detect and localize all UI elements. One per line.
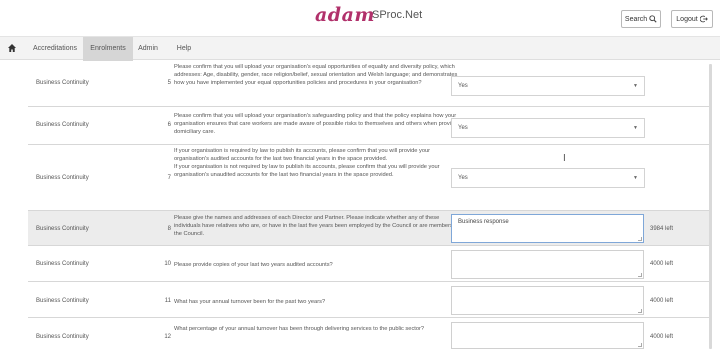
row-category: Business Continuity bbox=[36, 80, 89, 86]
row-question-line: If your organisation is required by law … bbox=[174, 148, 431, 162]
search-icon bbox=[649, 15, 657, 23]
resize-grip-icon[interactable] bbox=[638, 237, 642, 241]
page-scrollbar[interactable] bbox=[709, 64, 712, 349]
main-nav: Accreditations Enrolments Admin Help bbox=[0, 36, 720, 61]
table-row: Business Continuity 5 Please confirm tha… bbox=[28, 60, 712, 107]
logout-button-label: Logout bbox=[676, 15, 698, 23]
nav-help[interactable]: Help bbox=[169, 37, 199, 61]
search-button[interactable]: Search bbox=[621, 10, 661, 28]
row-question: Please confirm that you will upload your… bbox=[174, 113, 462, 135]
row-category: Business Continuity bbox=[36, 175, 89, 181]
answer-select[interactable]: Yes ▼ bbox=[451, 118, 645, 138]
row-number: 10 bbox=[164, 261, 171, 267]
answer-select[interactable]: Yes ▼ bbox=[451, 76, 645, 96]
answer-text: Business response bbox=[458, 219, 509, 225]
answer-textarea[interactable] bbox=[451, 286, 644, 315]
chars-left: 4000 left bbox=[650, 261, 674, 267]
row-question: Please give the names and addresses of e… bbox=[174, 215, 460, 237]
logout-button[interactable]: Logout bbox=[671, 10, 713, 28]
row-category: Business Continuity bbox=[36, 226, 89, 232]
table-row: Business Continuity 6 Please confirm tha… bbox=[28, 107, 712, 145]
nav-enrolments[interactable]: Enrolments bbox=[83, 37, 133, 61]
search-button-label: Search bbox=[624, 15, 648, 23]
chevron-down-icon: ▼ bbox=[633, 175, 638, 181]
row-number: 12 bbox=[164, 334, 171, 340]
answer-select[interactable]: Yes ▼ bbox=[451, 168, 645, 188]
row-question: If your organisation is required by law … bbox=[174, 147, 466, 179]
chevron-down-icon: ▼ bbox=[633, 83, 638, 89]
questions-table: Business Continuity 5 Please confirm tha… bbox=[28, 60, 712, 349]
row-number: 8 bbox=[167, 226, 171, 232]
row-question: What percentage of your annual turnover … bbox=[174, 326, 425, 332]
row-category: Business Continuity bbox=[36, 261, 89, 267]
row-category: Business Continuity bbox=[36, 334, 89, 340]
resize-grip-icon[interactable] bbox=[638, 273, 642, 277]
resize-grip-icon[interactable] bbox=[638, 343, 642, 347]
brand-logo: adam bbox=[315, 4, 376, 26]
row-number: 5 bbox=[167, 80, 171, 86]
chars-left: 4000 left bbox=[650, 334, 674, 340]
table-row: Business Continuity 10 Please provide co… bbox=[28, 246, 712, 282]
text-cursor-icon: I bbox=[563, 153, 566, 164]
chars-left: 3984 left bbox=[650, 226, 674, 232]
answer-select-value: Yes bbox=[458, 175, 468, 181]
table-row: Business Continuity 7 If your organisati… bbox=[28, 145, 712, 211]
home-icon[interactable] bbox=[7, 43, 17, 53]
resize-grip-icon[interactable] bbox=[638, 309, 642, 313]
row-number: 7 bbox=[167, 175, 171, 181]
row-category: Business Continuity bbox=[36, 122, 89, 128]
row-question: Please confirm that you will upload your… bbox=[174, 64, 458, 86]
row-number: 6 bbox=[167, 122, 171, 128]
answer-select-value: Yes bbox=[458, 125, 468, 131]
nav-admin[interactable]: Admin bbox=[133, 37, 163, 61]
logout-icon bbox=[699, 15, 708, 23]
row-category: Business Continuity bbox=[36, 298, 89, 304]
row-question: Please provide copies of your last two y… bbox=[174, 262, 333, 268]
top-bar: adam SProc.Net Search Logout bbox=[0, 0, 720, 32]
answer-select-value: Yes bbox=[458, 83, 468, 89]
answer-textarea[interactable] bbox=[451, 250, 644, 279]
table-row: Business Continuity 8 Please give the na… bbox=[28, 211, 712, 246]
nav-accreditations[interactable]: Accreditations bbox=[28, 37, 82, 61]
chars-left: 4000 left bbox=[650, 298, 674, 304]
table-row: Business Continuity 12 What percentage o… bbox=[28, 318, 712, 349]
row-question-line: If your organisation is not required by … bbox=[174, 164, 440, 178]
answer-textarea[interactable] bbox=[451, 322, 644, 349]
table-row: Business Continuity 11 What has your ann… bbox=[28, 282, 712, 318]
row-number: 11 bbox=[164, 298, 171, 304]
chevron-down-icon: ▼ bbox=[633, 125, 638, 131]
answer-textarea[interactable]: Business response bbox=[451, 214, 644, 243]
product-name: SProc.Net bbox=[372, 9, 423, 21]
row-question: What has your annual turnover been for t… bbox=[174, 299, 326, 305]
